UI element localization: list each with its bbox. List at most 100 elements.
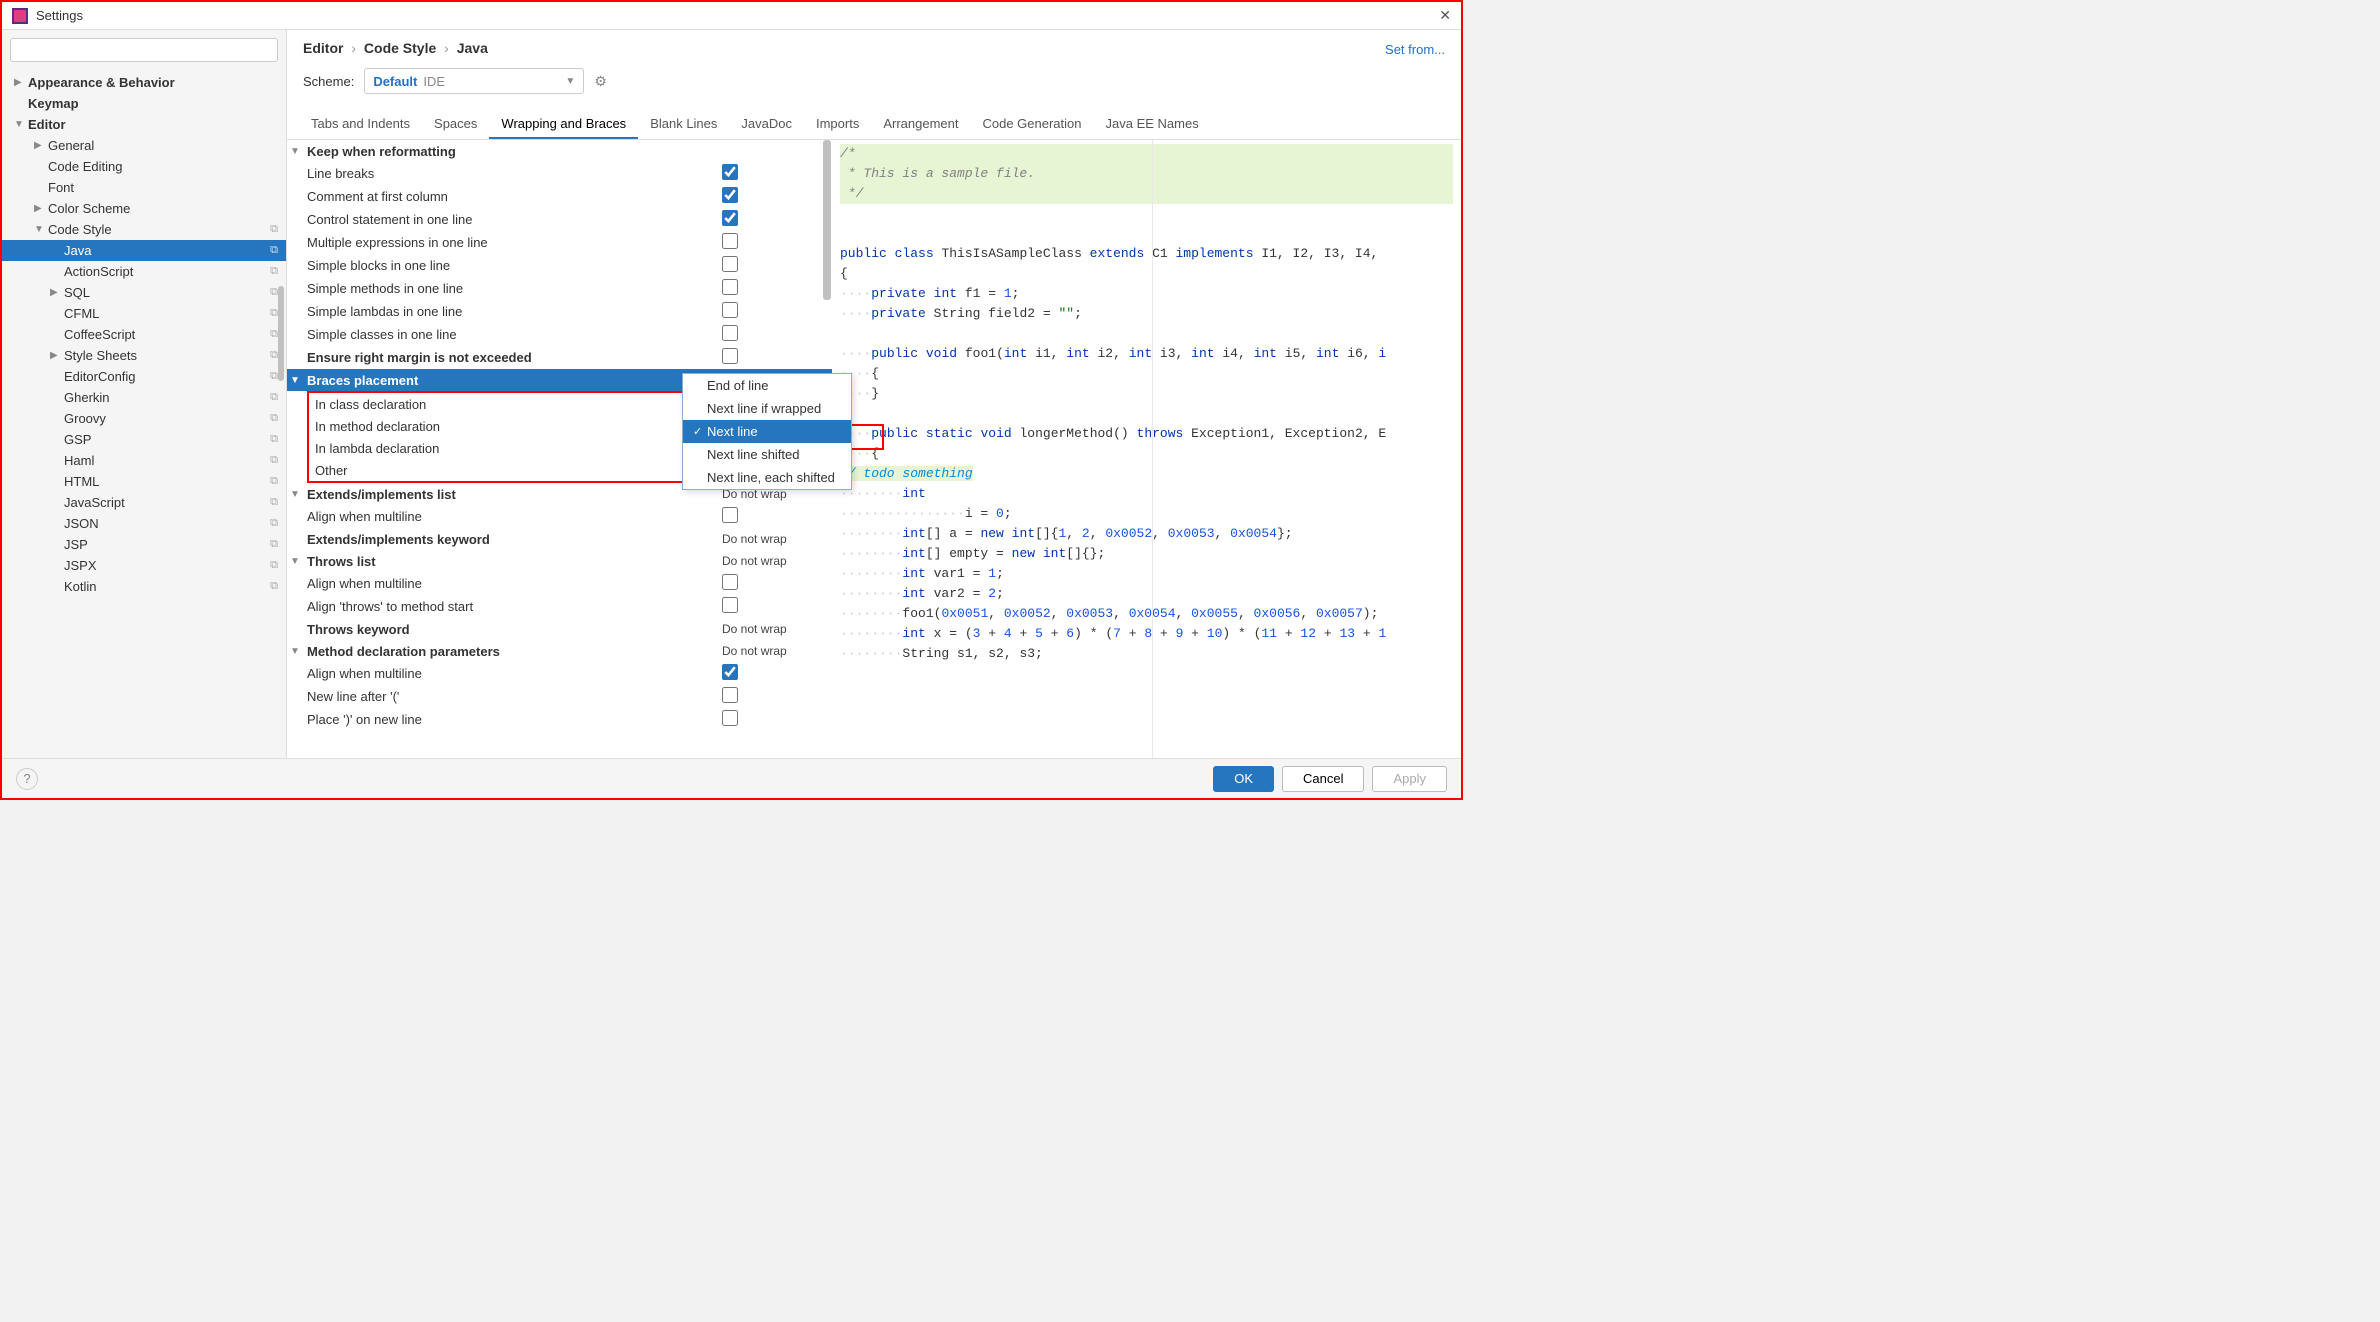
- tree-item-java[interactable]: Java⧉: [2, 240, 286, 261]
- keep-when-reformatting-header[interactable]: ▼Keep when reformatting: [287, 140, 832, 162]
- tree-item-kotlin[interactable]: Kotlin⧉: [2, 576, 286, 597]
- tree-item-jsp[interactable]: JSP⧉: [2, 534, 286, 555]
- dropdown-item-next-line[interactable]: ✓Next line: [683, 420, 851, 443]
- option-checkbox[interactable]: [722, 325, 738, 341]
- option-row[interactable]: Align 'throws' to method start: [287, 595, 832, 618]
- option-multiple-expressions-in-one-line[interactable]: Multiple expressions in one line: [287, 231, 832, 254]
- option-checkbox[interactable]: [722, 233, 738, 249]
- tree-item-groovy[interactable]: Groovy⧉: [2, 408, 286, 429]
- tree-item-code-style[interactable]: ▼Code Style⧉: [2, 219, 286, 240]
- option-checkbox[interactable]: [722, 710, 738, 726]
- option-checkbox[interactable]: [722, 574, 738, 590]
- tree-item-editorconfig[interactable]: EditorConfig⧉: [2, 366, 286, 387]
- help-button[interactable]: ?: [16, 768, 38, 790]
- option-checkbox[interactable]: [722, 210, 738, 226]
- throws-keyword-header[interactable]: Throws keywordDo not wrap: [287, 618, 832, 640]
- tab-tabs-and-indents[interactable]: Tabs and Indents: [299, 110, 422, 139]
- option-row[interactable]: New line after '(': [287, 685, 832, 708]
- expand-arrow-icon: ▼: [287, 556, 303, 567]
- content-panel: Editor › Code Style › Java Set from... S…: [287, 30, 1461, 758]
- option-checkbox[interactable]: [722, 507, 738, 523]
- option-checkbox[interactable]: [722, 279, 738, 295]
- option-comment-at-first-column[interactable]: Comment at first column: [287, 185, 832, 208]
- option-row[interactable]: Align when multiline: [287, 662, 832, 685]
- tree-item-html[interactable]: HTML⧉: [2, 471, 286, 492]
- tree-item-gherkin[interactable]: Gherkin⧉: [2, 387, 286, 408]
- tree-item-actionscript[interactable]: ActionScript⧉: [2, 261, 286, 282]
- tab-code-generation[interactable]: Code Generation: [970, 110, 1093, 139]
- method-params-header[interactable]: ▼Method declaration parametersDo not wra…: [287, 640, 832, 662]
- tree-item-general[interactable]: ▶General: [2, 135, 286, 156]
- settings-tree[interactable]: ▶Appearance & BehaviorKeymap▼Editor▶Gene…: [2, 70, 286, 758]
- option-value[interactable]: Do not wrap: [714, 622, 824, 636]
- option-checkbox[interactable]: [722, 348, 738, 364]
- tab-blank-lines[interactable]: Blank Lines: [638, 110, 729, 139]
- dropdown-item-end-of-line[interactable]: End of line: [683, 374, 851, 397]
- tab-spaces[interactable]: Spaces: [422, 110, 489, 139]
- option-simple-classes-in-one-line[interactable]: Simple classes in one line: [287, 323, 832, 346]
- tree-item-editor[interactable]: ▼Editor: [2, 114, 286, 135]
- search-input[interactable]: [10, 38, 278, 62]
- option-checkbox[interactable]: [722, 687, 738, 703]
- cancel-button[interactable]: Cancel: [1282, 766, 1364, 792]
- tab-javadoc[interactable]: JavaDoc: [729, 110, 804, 139]
- option-control-statement-in-one-line[interactable]: Control statement in one line: [287, 208, 832, 231]
- window-title: Settings: [36, 8, 1439, 23]
- option-simple-blocks-in-one-line[interactable]: Simple blocks in one line: [287, 254, 832, 277]
- tree-item-haml[interactable]: Haml⧉: [2, 450, 286, 471]
- ok-button[interactable]: OK: [1213, 766, 1274, 792]
- extends-keyword-header[interactable]: Extends/implements keywordDo not wrap: [287, 528, 832, 550]
- option-simple-methods-in-one-line[interactable]: Simple methods in one line: [287, 277, 832, 300]
- braces-dropdown[interactable]: End of lineNext line if wrapped✓Next lin…: [682, 373, 852, 490]
- option-value[interactable]: Do not wrap: [714, 532, 824, 546]
- option-simple-lambdas-in-one-line[interactable]: Simple lambdas in one line: [287, 300, 832, 323]
- tree-item-keymap[interactable]: Keymap: [2, 93, 286, 114]
- scrollbar[interactable]: [278, 286, 284, 381]
- option-checkbox[interactable]: [722, 302, 738, 318]
- expand-arrow-icon: ▶: [34, 140, 48, 151]
- tree-item-font[interactable]: Font: [2, 177, 286, 198]
- option-value[interactable]: Do not wrap: [714, 554, 824, 568]
- tree-item-color-scheme[interactable]: ▶Color Scheme: [2, 198, 286, 219]
- tree-item-style-sheets[interactable]: ▶Style Sheets⧉: [2, 345, 286, 366]
- tab-imports[interactable]: Imports: [804, 110, 871, 139]
- option-row[interactable]: Place ')' on new line: [287, 708, 832, 731]
- gear-icon[interactable]: ⚙: [594, 73, 607, 90]
- option-checkbox[interactable]: [722, 664, 738, 680]
- tree-item-json[interactable]: JSON⧉: [2, 513, 286, 534]
- sidebar: Q▾ ▶Appearance & BehaviorKeymap▼Editor▶G…: [2, 30, 287, 758]
- option-checkbox[interactable]: [722, 256, 738, 272]
- tab-wrapping-and-braces[interactable]: Wrapping and Braces: [489, 110, 638, 139]
- scheme-label: Scheme:: [303, 74, 354, 89]
- tab-arrangement[interactable]: Arrangement: [871, 110, 970, 139]
- tree-item-gsp[interactable]: GSP⧉: [2, 429, 286, 450]
- option-value[interactable]: Do not wrap: [714, 644, 824, 658]
- throws-list-header[interactable]: ▼Throws listDo not wrap: [287, 550, 832, 572]
- copy-icon: ⧉: [270, 370, 278, 383]
- dropdown-item-next-line-shifted[interactable]: Next line shifted: [683, 443, 851, 466]
- tree-item-sql[interactable]: ▶SQL⧉: [2, 282, 286, 303]
- dropdown-item-next-line-if-wrapped[interactable]: Next line if wrapped: [683, 397, 851, 420]
- set-from-link[interactable]: Set from...: [1385, 42, 1445, 57]
- option-row[interactable]: Align when multiline: [287, 505, 832, 528]
- copy-icon: ⧉: [270, 580, 278, 593]
- tree-item-jspx[interactable]: JSPX⧉: [2, 555, 286, 576]
- option-line-breaks[interactable]: Line breaks: [287, 162, 832, 185]
- tree-item-javascript[interactable]: JavaScript⧉: [2, 492, 286, 513]
- apply-button[interactable]: Apply: [1372, 766, 1447, 792]
- expand-arrow-icon: ▼: [34, 224, 48, 235]
- dropdown-item-next-line-each-shifted[interactable]: Next line, each shifted: [683, 466, 851, 489]
- tree-item-code-editing[interactable]: Code Editing: [2, 156, 286, 177]
- tree-item-coffeescript[interactable]: CoffeeScript⧉: [2, 324, 286, 345]
- tree-item-appearance-behavior[interactable]: ▶Appearance & Behavior: [2, 72, 286, 93]
- option-checkbox[interactable]: [722, 187, 738, 203]
- option-row[interactable]: Align when multiline: [287, 572, 832, 595]
- option-checkbox[interactable]: [722, 164, 738, 180]
- option-checkbox[interactable]: [722, 597, 738, 613]
- scrollbar[interactable]: [823, 140, 831, 300]
- tab-java-ee-names[interactable]: Java EE Names: [1094, 110, 1211, 139]
- close-icon[interactable]: ✕: [1439, 7, 1451, 24]
- scheme-select[interactable]: Default IDE ▼: [364, 68, 584, 94]
- ensure-margin[interactable]: Ensure right margin is not exceeded: [287, 346, 832, 369]
- tree-item-cfml[interactable]: CFML⧉: [2, 303, 286, 324]
